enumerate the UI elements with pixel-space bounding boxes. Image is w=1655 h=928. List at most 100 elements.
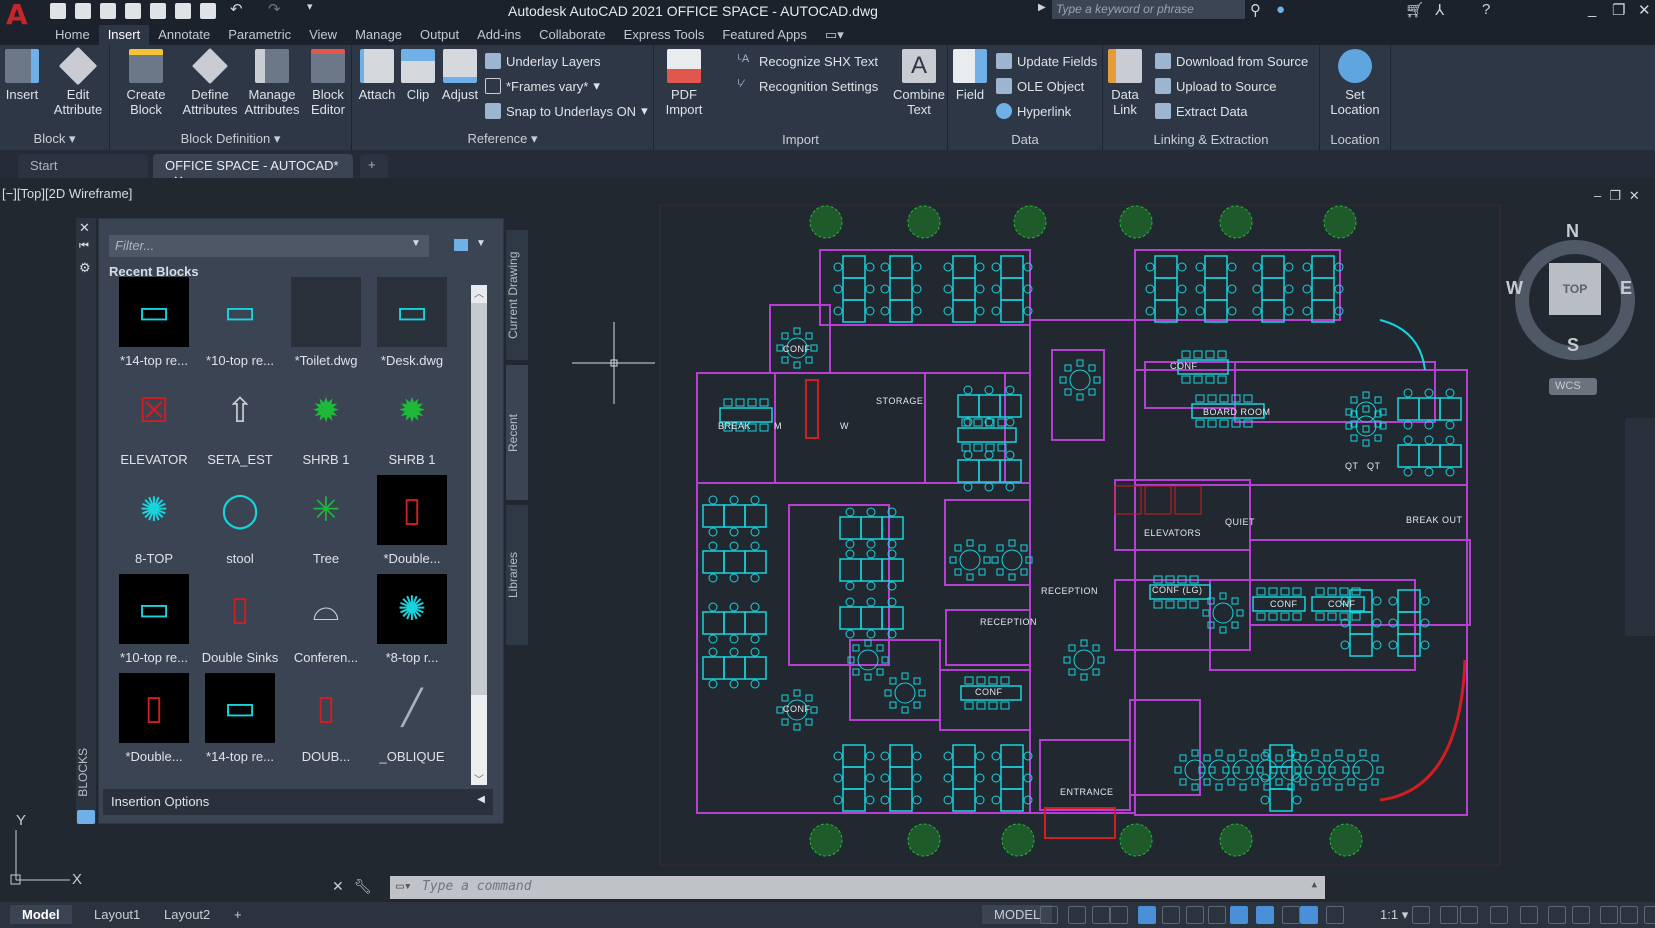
ole-object-button[interactable]: OLE Object <box>996 78 1084 94</box>
block-item[interactable]: ╱ _OBLIQUE <box>369 673 455 764</box>
open-icon[interactable] <box>75 3 91 19</box>
customize-command-icon[interactable]: 🔧︎ <box>354 878 382 894</box>
annotation-monitor-icon[interactable] <box>1460 906 1478 924</box>
field-button[interactable]: Field <box>952 49 988 102</box>
tab-express-tools[interactable]: Express Tools <box>615 25 714 45</box>
close-command-icon[interactable]: ✕ <box>332 878 354 894</box>
block-item[interactable]: ✺ *8-top r... <box>369 574 455 665</box>
share-icon[interactable] <box>175 3 191 19</box>
object-snap-tracking-icon[interactable] <box>1230 906 1248 924</box>
tab-collaborate[interactable]: Collaborate <box>530 25 615 45</box>
panel-title-block[interactable]: Block ▾ <box>0 131 109 147</box>
block-item[interactable]: ▭ *14-top re... <box>111 277 197 368</box>
hyperlink-button[interactable]: Hyperlink <box>996 103 1071 119</box>
define-attributes-button[interactable]: Define Attributes <box>180 47 240 117</box>
attach-button[interactable]: Attach <box>356 49 398 102</box>
isodraft-icon[interactable] <box>1186 906 1204 924</box>
units-icon[interactable] <box>1490 906 1508 924</box>
block-item[interactable]: ◯ stool <box>197 475 283 566</box>
undo-icon[interactable]: ↶ <box>230 0 243 18</box>
wcs-dropdown[interactable]: WCS <box>1549 378 1597 395</box>
block-item[interactable]: ☒ ELEVATOR <box>111 376 197 467</box>
adjust-button[interactable]: Adjust <box>438 49 482 102</box>
viewcube-east[interactable]: E <box>1620 278 1632 299</box>
lock-ui-icon[interactable] <box>1548 906 1566 924</box>
search-input[interactable]: Type a keyword or phrase <box>1052 0 1245 19</box>
block-item[interactable]: ▭ *10-top re... <box>197 277 283 368</box>
block-item[interactable]: ⌓ Conferen... <box>283 574 369 666</box>
block-item[interactable]: ▯ *Double... <box>111 673 197 764</box>
object-snap-icon[interactable] <box>1256 906 1274 924</box>
snap-underlays-dropdown[interactable]: Snap to Underlays ON ▾ <box>485 103 648 119</box>
pdf-import-button[interactable]: PDF Import <box>662 49 706 117</box>
block-item[interactable]: ✹ SHRB 1 <box>369 376 455 467</box>
manage-attributes-button[interactable]: Manage Attributes <box>242 49 302 117</box>
scroll-up-icon[interactable]: ︿ <box>471 285 487 303</box>
update-fields-button[interactable]: Update Fields <box>996 53 1097 69</box>
command-history-icon[interactable]: ▭▾ <box>396 879 412 894</box>
tab-home[interactable]: Home <box>46 25 99 45</box>
publish-icon[interactable] <box>150 3 166 19</box>
customize-qat-icon[interactable]: ▾ <box>307 0 313 13</box>
layout-tab-model[interactable]: Model <box>10 905 72 924</box>
insertion-options-bar[interactable]: Insertion Options ◀ <box>103 789 493 815</box>
palette-tab-current-drawing[interactable]: Current Drawing <box>506 230 528 360</box>
layout-tab-layout2[interactable]: Layout2 <box>152 905 222 924</box>
auto-scale-icon[interactable] <box>1326 906 1344 924</box>
cart-icon[interactable]: 🛒︎ <box>1405 1 1424 19</box>
hardware-acceleration-icon[interactable] <box>1600 906 1618 924</box>
extract-data-button[interactable]: Extract Data <box>1155 103 1248 119</box>
palette-tab-libraries[interactable]: Libraries <box>506 505 528 645</box>
save-as-icon[interactable] <box>125 3 141 19</box>
tab-view[interactable]: View <box>300 25 346 45</box>
panel-title-block-definition[interactable]: Block Definition ▾ <box>110 131 351 147</box>
autodesk-app-icon[interactable]: ⅄ <box>1435 1 1444 19</box>
quick-properties-icon[interactable] <box>1520 906 1538 924</box>
ribbon-minimize-icon[interactable]: ▭▾ <box>816 25 853 45</box>
annotation-visibility-icon[interactable] <box>1300 906 1318 924</box>
snap-dropdown-icon[interactable] <box>1092 906 1110 924</box>
tab-start[interactable]: Start <box>18 154 148 178</box>
tab-parametric[interactable]: Parametric <box>219 25 300 45</box>
block-item[interactable]: ⇧ SETA_EST <box>197 376 283 467</box>
download-from-source-button[interactable]: Download from Source <box>1155 53 1308 69</box>
tab-annotate[interactable]: Annotate <box>149 25 219 45</box>
save-icon[interactable] <box>100 3 116 19</box>
edit-attribute-button[interactable]: Edit Attribute <box>50 46 106 117</box>
create-block-button[interactable]: Create Block <box>120 49 172 117</box>
tab-output[interactable]: Output <box>411 25 468 45</box>
polar-dropdown-icon[interactable] <box>1162 906 1180 924</box>
block-item[interactable]: ▯ DOUB... <box>283 673 369 764</box>
layout-tab-layout1[interactable]: Layout1 <box>82 905 152 924</box>
osnap-dropdown-icon[interactable] <box>1282 906 1300 924</box>
recognize-shx-button[interactable]: ᴸA Recognize SHX Text <box>738 53 878 69</box>
new-layout-button[interactable]: + <box>222 905 254 924</box>
customization-menu-icon[interactable] <box>1644 906 1655 924</box>
underlay-layers-button[interactable]: Underlay Layers <box>485 53 601 69</box>
palette-autohide-icon[interactable]: ⏮ <box>79 240 89 253</box>
scroll-down-icon[interactable]: ﹀ <box>471 695 487 786</box>
frames-dropdown[interactable]: *Frames vary* ▾ <box>485 78 600 94</box>
data-link-button[interactable]: Data Link <box>1107 49 1143 117</box>
block-item[interactable]: ✺ 8-TOP <box>111 475 197 566</box>
expand-search-icon[interactable]: ▶ <box>1038 2 1046 13</box>
block-item[interactable]: ▯ Double Sinks <box>197 574 283 665</box>
minimize-button[interactable]: _ <box>1588 1 1596 18</box>
block-item[interactable]: ✹ SHRB 1 <box>283 376 369 467</box>
palette-settings-icon[interactable]: ⚙ <box>79 260 91 276</box>
block-item[interactable]: *Toilet.dwg <box>283 277 369 368</box>
polar-tracking-icon[interactable] <box>1138 906 1156 924</box>
tab-manage[interactable]: Manage <box>346 25 411 45</box>
workspace-dropdown-icon[interactable] <box>1440 906 1458 924</box>
combine-text-button[interactable]: A Combine Text <box>892 49 946 117</box>
clip-button[interactable]: Clip <box>400 49 436 102</box>
palette-close-icon[interactable]: ✕ <box>79 220 90 236</box>
tab-featured-apps[interactable]: Featured Apps <box>713 25 816 45</box>
tab-office-space[interactable]: OFFICE SPACE - AUTOCAD* ✕ <box>153 154 353 188</box>
command-expand-icon[interactable]: ▲ <box>1312 880 1317 890</box>
palette-tab-recent[interactable]: Recent <box>506 365 528 500</box>
block-editor-button[interactable]: Block Editor <box>306 49 350 117</box>
isolate-objects-icon[interactable] <box>1572 906 1590 924</box>
tab-insert[interactable]: Insert <box>98 25 150 45</box>
panel-title-reference[interactable]: Reference ▾ <box>352 131 653 147</box>
